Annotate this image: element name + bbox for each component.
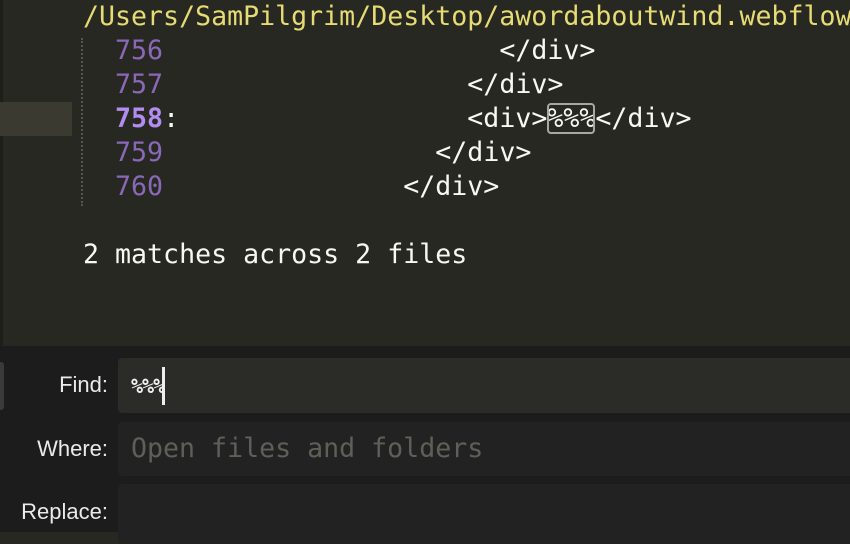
current-line-highlight xyxy=(0,102,72,136)
line-separator xyxy=(163,137,179,168)
result-line[interactable]: 756 </div> xyxy=(83,34,595,68)
text-caret xyxy=(162,366,166,405)
find-label: Find: xyxy=(59,372,108,397)
line-number: 759 xyxy=(115,137,164,168)
where-input[interactable]: Open files and folders xyxy=(118,422,850,476)
line-separator: : xyxy=(163,103,180,134)
result-line[interactable]: 758: <div>%%%</div> xyxy=(83,102,691,136)
sidebar-edge xyxy=(0,0,3,346)
replace-input[interactable] xyxy=(118,484,850,544)
line-number: 757 xyxy=(115,69,164,100)
find-input[interactable]: %%% xyxy=(118,358,850,413)
find-panel: Find: %%% Where: Open files and folders … xyxy=(0,346,850,544)
replace-label: Replace: xyxy=(21,499,108,524)
code-text: </div> xyxy=(435,137,532,168)
line-number: 756 xyxy=(115,35,164,66)
code-text: </div> xyxy=(403,171,500,202)
line-separator xyxy=(163,69,179,100)
match-highlight[interactable]: %%% xyxy=(547,103,596,134)
result-line[interactable]: 757 </div> xyxy=(83,68,563,102)
code-text-after: </div> xyxy=(595,103,692,134)
code-text: </div> xyxy=(467,69,564,100)
result-line[interactable]: 760 </div> xyxy=(83,170,499,204)
line-separator xyxy=(163,171,179,202)
panel-handle[interactable] xyxy=(0,362,4,410)
find-results-view: /Users/SamPilgrim/Desktop/awordaboutwind… xyxy=(0,0,850,346)
find-input-value: %%% xyxy=(131,374,165,398)
line-separator xyxy=(163,35,179,66)
where-placeholder: Open files and folders xyxy=(131,433,484,464)
code-text: </div> xyxy=(499,35,596,66)
match-summary: 2 matches across 2 files xyxy=(83,239,468,270)
where-label: Where: xyxy=(37,436,108,461)
result-line[interactable]: 759 </div> xyxy=(83,136,531,170)
code-text: <div> xyxy=(467,103,548,134)
line-number: 760 xyxy=(115,171,164,202)
result-file-path[interactable]: /Users/SamPilgrim/Desktop/awordaboutwind… xyxy=(83,0,850,34)
line-number: 758 xyxy=(115,103,164,134)
